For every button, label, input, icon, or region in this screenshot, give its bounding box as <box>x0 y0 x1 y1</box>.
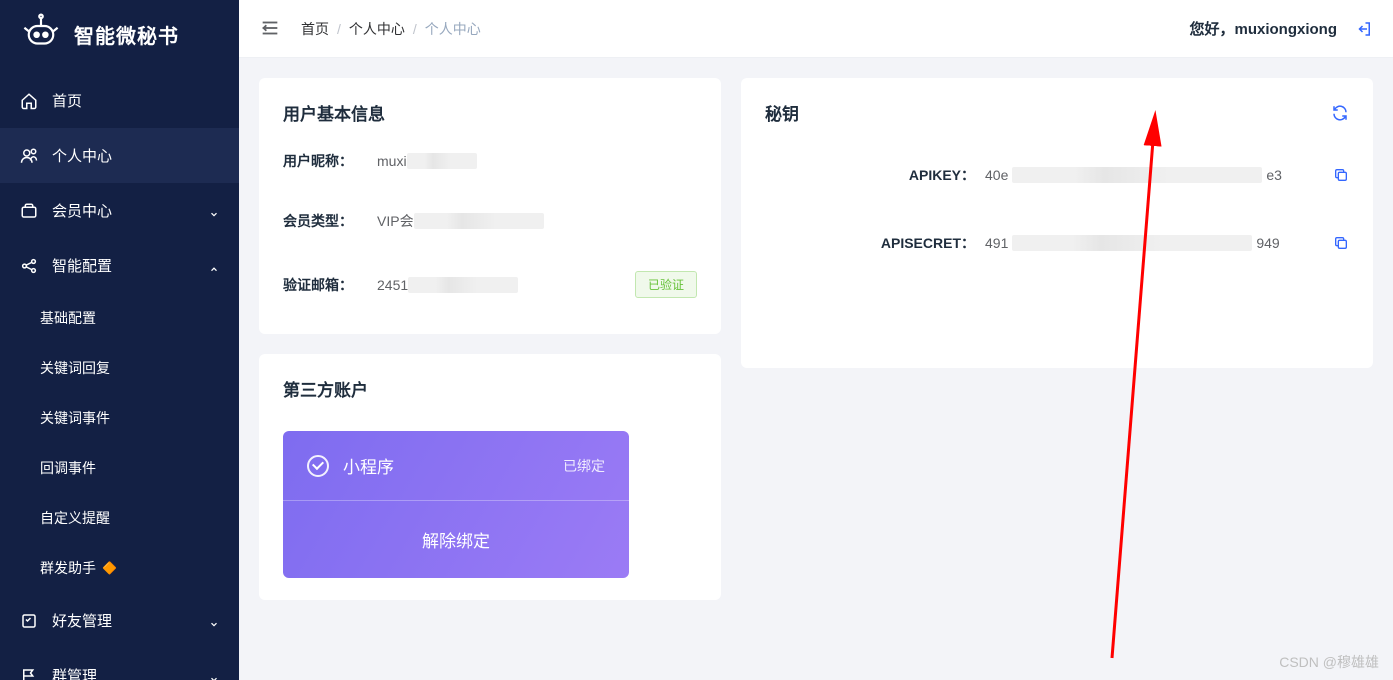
collapse-sidebar-button[interactable] <box>259 17 283 41</box>
flag-icon <box>20 667 38 680</box>
sidebar-item-membership[interactable]: 会员中心 <box>0 183 239 238</box>
oauth-status: 已绑定 <box>563 456 605 476</box>
main-area: 首页 / 个人中心 / 个人中心 您好，muxiongxiong 用户基本信息 <box>239 0 1393 680</box>
redacted-text <box>414 213 544 229</box>
redacted-text <box>1012 235 1252 251</box>
sidebar-item-label: 智能配置 <box>52 255 195 276</box>
oauth-name: 小程序 <box>343 453 563 478</box>
sidebar-item-label: 基础配置 <box>40 308 96 328</box>
user-greeting: 您好，muxiongxiong <box>1189 18 1337 39</box>
user-info-card: 用户基本信息 用户昵称： muxi 会员类型： VIP会 验证邮箱： 2451 … <box>259 78 721 334</box>
copy-apikey-button[interactable] <box>1333 167 1349 183</box>
sidebar-item-label: 关键词事件 <box>40 408 110 428</box>
brand-name: 智能微秘书 <box>74 20 179 49</box>
breadcrumb-item[interactable]: 首页 <box>301 19 329 39</box>
secret-row-apikey: APIKEY： 40ee3 <box>765 165 1349 185</box>
sidebar-item-label: 群管理 <box>52 665 195 680</box>
sidebar-item-label: 自定义提醒 <box>40 508 110 528</box>
sidebar-item-label: 首页 <box>52 90 219 111</box>
oauth-header: 小程序 已绑定 <box>283 431 629 500</box>
third-party-card: 第三方账户 小程序 已绑定 解除绑定 <box>259 354 721 600</box>
card-title: 第三方账户 <box>283 376 697 401</box>
submenu-keyword-event[interactable]: 关键词事件 <box>0 393 239 443</box>
info-label: 用户昵称： <box>283 151 361 171</box>
sidebar-item-label: 好友管理 <box>52 610 195 631</box>
check-circle-icon <box>307 455 329 477</box>
sidebar-item-label: 关键词回复 <box>40 358 110 378</box>
logout-button[interactable] <box>1355 20 1373 38</box>
sidebar: 智能微秘书 首页 个人中心 会员中心 智能配置 基础配置 <box>0 0 239 680</box>
unbind-button[interactable]: 解除绑定 <box>283 501 629 578</box>
info-row-member-type: 会员类型： VIP会 <box>283 211 697 231</box>
wallet-icon <box>20 202 38 220</box>
content: 用户基本信息 用户昵称： muxi 会员类型： VIP会 验证邮箱： 2451 … <box>239 58 1393 680</box>
secret-row-apisecret: APISECRET： 491949 <box>765 233 1349 253</box>
secret-card: 秘钥 APIKEY： 40ee3 APISECRET： 491949 <box>741 78 1373 368</box>
copy-apisecret-button[interactable] <box>1333 235 1349 251</box>
info-value: 2451 <box>377 277 518 293</box>
chevron-down-icon <box>209 671 219 680</box>
redacted-text <box>1012 167 1262 183</box>
sidebar-item-groups[interactable]: 群管理 <box>0 648 239 680</box>
breadcrumb-item: 个人中心 <box>425 19 481 39</box>
secret-value: 40ee3 <box>985 167 1307 183</box>
redacted-text <box>407 153 477 169</box>
submenu-keyword-reply[interactable]: 关键词回复 <box>0 343 239 393</box>
breadcrumb-item[interactable]: 个人中心 <box>349 19 405 39</box>
user-icon <box>20 147 38 165</box>
checklist-icon <box>20 612 38 630</box>
main-menu: 首页 个人中心 会员中心 智能配置 基础配置 关键词回复 关键词事件 回调事件 <box>0 73 239 680</box>
secret-value: 491949 <box>985 235 1307 251</box>
card-title: 用户基本信息 <box>283 100 697 125</box>
redacted-text <box>408 277 518 293</box>
verified-badge: 已验证 <box>635 271 697 298</box>
submenu-callback-event[interactable]: 回调事件 <box>0 443 239 493</box>
sidebar-item-label: 回调事件 <box>40 458 96 478</box>
robot-icon <box>20 12 62 57</box>
chevron-down-icon <box>209 206 219 216</box>
sidebar-item-label: 会员中心 <box>52 200 195 221</box>
home-icon <box>20 92 38 110</box>
breadcrumb-separator: / <box>337 21 341 37</box>
sidebar-item-home[interactable]: 首页 <box>0 73 239 128</box>
card-title: 秘钥 <box>765 100 1331 125</box>
info-label: 会员类型： <box>283 211 361 231</box>
sidebar-item-label: 群发助手 <box>40 558 96 578</box>
chevron-up-icon <box>209 261 219 271</box>
submenu-mass-send[interactable]: 群发助手 🔶 <box>0 543 239 593</box>
chevron-down-icon <box>209 616 219 626</box>
info-row-nickname: 用户昵称： muxi <box>283 151 697 171</box>
info-row-email: 验证邮箱： 2451 已验证 <box>283 271 697 298</box>
breadcrumb-separator: / <box>413 21 417 37</box>
refresh-button[interactable] <box>1331 104 1349 122</box>
secret-label: APISECRET： <box>875 233 975 253</box>
share-icon <box>20 257 38 275</box>
secret-label: APIKEY： <box>875 165 975 185</box>
submenu-custom-reminder[interactable]: 自定义提醒 <box>0 493 239 543</box>
brand-logo[interactable]: 智能微秘书 <box>0 0 239 73</box>
sidebar-item-label: 个人中心 <box>52 145 219 166</box>
oauth-miniprogram: 小程序 已绑定 解除绑定 <box>283 431 629 578</box>
topbar: 首页 / 个人中心 / 个人中心 您好，muxiongxiong <box>239 0 1393 58</box>
info-value: VIP会 <box>377 211 544 231</box>
info-label: 验证邮箱： <box>283 275 361 295</box>
sidebar-item-friends[interactable]: 好友管理 <box>0 593 239 648</box>
submenu-basic-config[interactable]: 基础配置 <box>0 293 239 343</box>
info-value: muxi <box>377 153 477 169</box>
breadcrumb: 首页 / 个人中心 / 个人中心 <box>301 19 481 39</box>
sidebar-item-profile[interactable]: 个人中心 <box>0 128 239 183</box>
diamond-icon: 🔶 <box>102 561 117 575</box>
smart-config-submenu: 基础配置 关键词回复 关键词事件 回调事件 自定义提醒 群发助手 🔶 <box>0 293 239 593</box>
sidebar-item-smart-config[interactable]: 智能配置 <box>0 238 239 293</box>
